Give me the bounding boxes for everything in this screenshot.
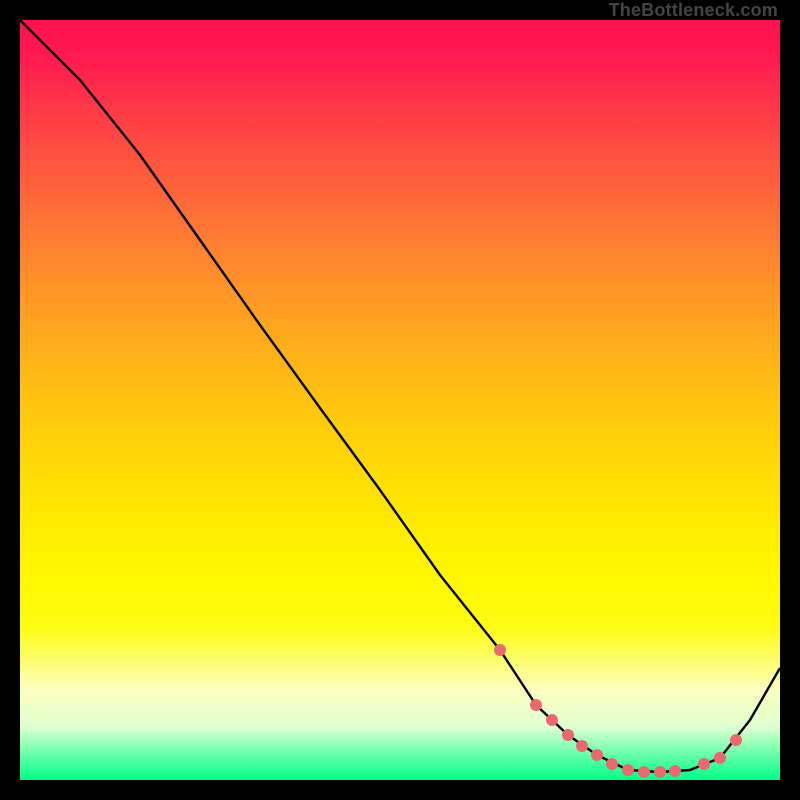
plot-area bbox=[20, 20, 780, 780]
chart-stage: TheBottleneck.com bbox=[0, 0, 800, 800]
bottleneck-curve bbox=[20, 20, 780, 772]
watermark-text: TheBottleneck.com bbox=[609, 0, 778, 21]
curve-layer bbox=[20, 20, 780, 780]
highlight-dots bbox=[494, 644, 742, 778]
